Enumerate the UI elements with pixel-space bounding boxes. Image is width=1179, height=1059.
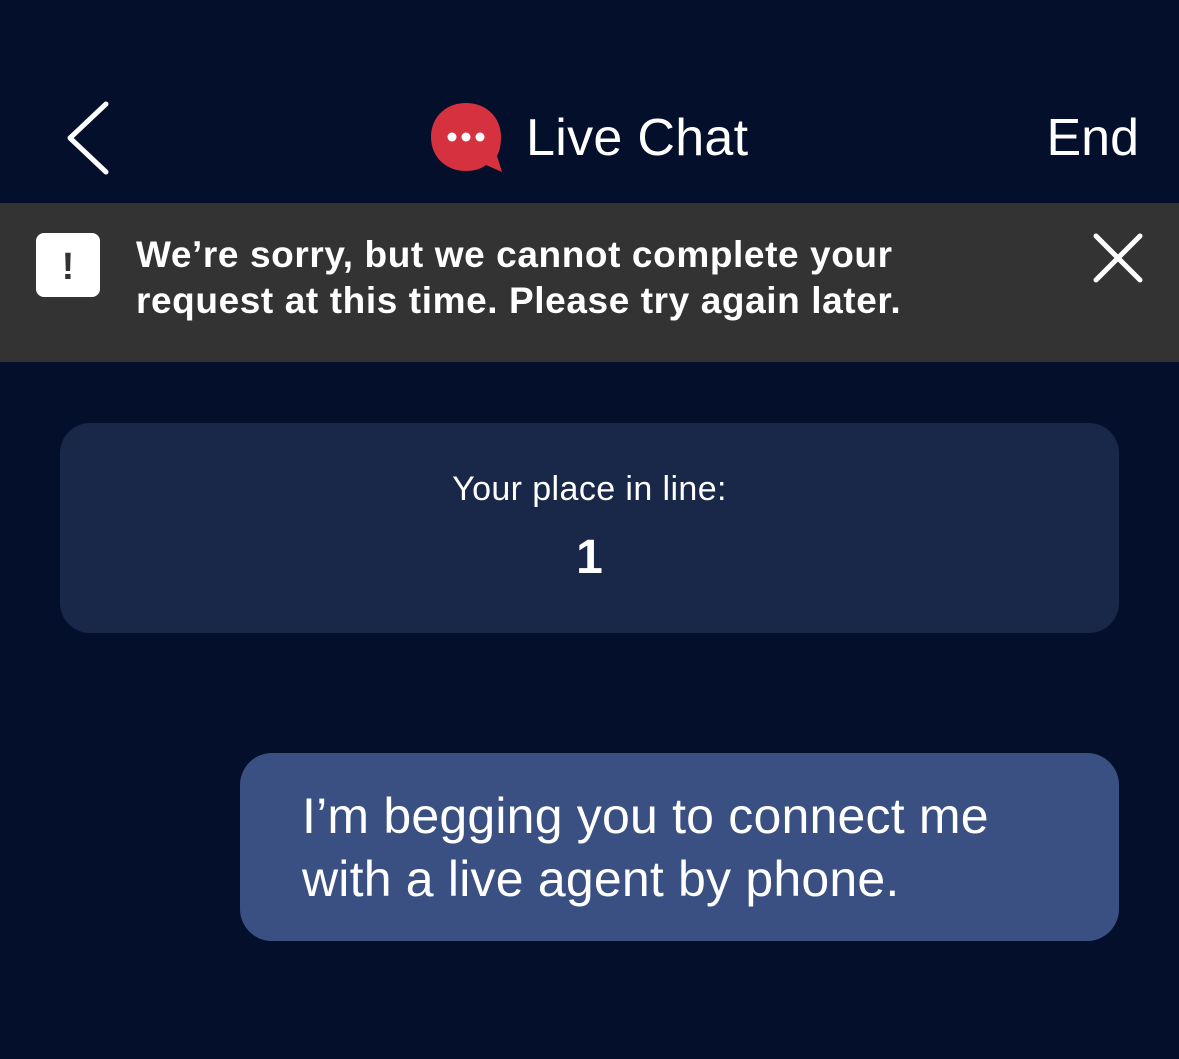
queue-status-card	[60, 423, 1119, 633]
alert-icon: !	[36, 233, 100, 297]
back-button[interactable]	[62, 100, 116, 176]
queue-label: Your place in line:	[452, 470, 727, 508]
live-chat-screen: Live Chat End ! We’re sorry, but we cann…	[0, 0, 1179, 1059]
user-message-text: I’m begging you to connect me with a liv…	[302, 788, 989, 907]
chevron-left-icon	[67, 101, 109, 175]
header: Live Chat End	[0, 0, 1179, 203]
close-banner-button[interactable]	[1086, 226, 1150, 290]
end-chat-button[interactable]: End	[1046, 98, 1139, 178]
error-banner-message: We’re sorry, but we cannot complete your…	[136, 234, 902, 321]
close-icon	[1093, 233, 1143, 283]
alert-icon-glyph: !	[62, 246, 75, 288]
header-title-group: Live Chat	[428, 98, 748, 178]
chat-bubble-icon	[431, 103, 502, 172]
page-title: Live Chat	[526, 109, 749, 167]
queue-position: 1	[576, 531, 603, 584]
